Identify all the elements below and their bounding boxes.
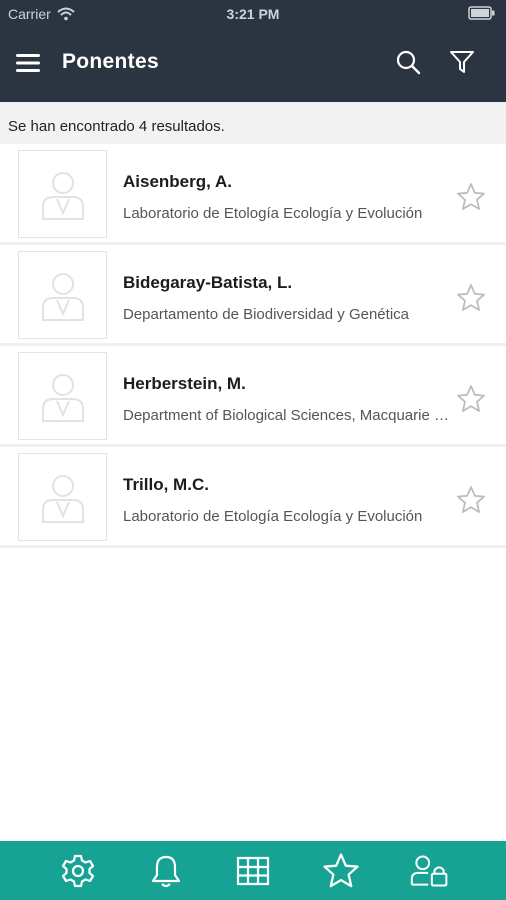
avatar <box>18 150 107 238</box>
person-placeholder-icon <box>42 374 84 422</box>
star-outline-icon <box>457 385 485 412</box>
list-item[interactable]: Trillo, M.C. Laboratorio de Etología Eco… <box>0 447 506 548</box>
star-outline-icon <box>457 486 485 513</box>
favorite-button[interactable] <box>456 283 488 315</box>
filter-icon <box>450 51 474 73</box>
person-placeholder-icon <box>42 172 84 220</box>
speaker-name: Herberstein, M. <box>123 374 246 393</box>
speaker-name: Trillo, M.C. <box>123 475 209 494</box>
user-lock-icon <box>410 855 448 887</box>
menu-icon <box>16 54 40 72</box>
page-title: Ponentes <box>62 50 159 73</box>
menu-button[interactable] <box>14 50 46 80</box>
avatar <box>18 251 107 339</box>
list-item[interactable]: Aisenberg, A. Laboratorio de Etología Ec… <box>0 144 506 245</box>
speaker-name: Bidegaray-Batista, L. <box>123 273 293 292</box>
person-placeholder-icon <box>42 475 84 523</box>
tab-account[interactable] <box>410 851 450 891</box>
battery-icon <box>468 6 496 23</box>
avatar <box>18 453 107 541</box>
avatar <box>18 352 107 440</box>
speaker-list: Aisenberg, A. Laboratorio de Etología Ec… <box>0 144 506 548</box>
favorite-button[interactable] <box>456 485 488 517</box>
tab-bar <box>0 841 506 900</box>
star-outline-icon <box>457 284 485 311</box>
filter-button[interactable] <box>448 48 478 78</box>
speaker-affiliation: Departamento de Biodiversidad y Genética <box>123 306 409 323</box>
speaker-name: Aisenberg, A. <box>123 172 232 191</box>
tab-favorites[interactable] <box>321 851 361 891</box>
favorite-button[interactable] <box>456 182 488 214</box>
tab-schedule[interactable] <box>233 851 273 891</box>
app-header: Ponentes <box>0 28 506 102</box>
list-item[interactable]: Herberstein, M. Department of Biological… <box>0 346 506 447</box>
tab-notifications[interactable] <box>146 851 186 891</box>
settings-icon <box>61 854 95 888</box>
status-time: 3:21 PM <box>226 6 280 22</box>
speaker-affiliation: Laboratorio de Etología Ecología y Evolu… <box>123 205 423 222</box>
star-icon <box>323 853 359 888</box>
bell-icon <box>151 855 181 888</box>
search-icon <box>396 50 421 75</box>
tab-settings[interactable] <box>58 851 98 891</box>
speaker-affiliation: Laboratorio de Etología Ecología y Evolu… <box>123 508 423 525</box>
list-item[interactable]: Bidegaray-Batista, L. Departamento de Bi… <box>0 245 506 346</box>
star-outline-icon <box>457 183 485 210</box>
favorite-button[interactable] <box>456 384 488 416</box>
speaker-affiliation: Department of Biological Sciences, Macqu… <box>123 407 449 424</box>
grid-icon <box>236 856 270 886</box>
status-bar: Carrier 3:21 PM <box>0 0 506 28</box>
person-placeholder-icon <box>42 273 84 321</box>
results-count: Se han encontrado 4 resultados. <box>0 102 506 144</box>
search-button[interactable] <box>394 48 424 78</box>
